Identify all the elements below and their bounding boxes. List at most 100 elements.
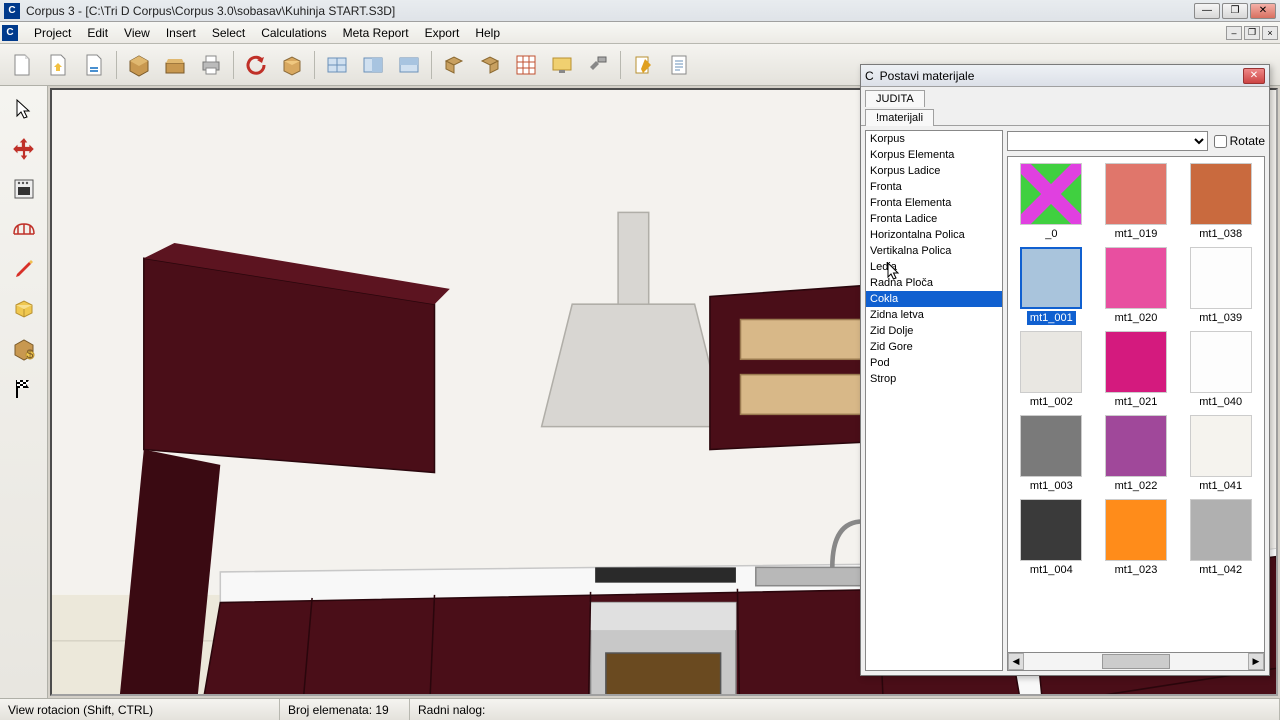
part-item-vertikalna-polica[interactable]: Vertikalna Polica bbox=[866, 243, 1002, 259]
scroll-left-button[interactable]: ◀ bbox=[1008, 653, 1024, 670]
menu-meta-report[interactable]: Meta Report bbox=[335, 24, 417, 42]
swatch-mt1_020[interactable]: mt1_020 bbox=[1099, 247, 1174, 325]
mdi-close-button[interactable]: × bbox=[1262, 26, 1278, 40]
menu-export[interactable]: Export bbox=[417, 24, 468, 42]
pointer-tool[interactable] bbox=[7, 92, 41, 126]
swatch-mt1_023[interactable]: mt1_023 bbox=[1099, 499, 1174, 577]
swatch-tile[interactable] bbox=[1190, 499, 1252, 561]
dialog-tab-judita[interactable]: JUDITA bbox=[865, 90, 925, 107]
save-file-button[interactable] bbox=[78, 49, 110, 81]
report-button[interactable] bbox=[663, 49, 695, 81]
swatch-mt1_039[interactable]: mt1_039 bbox=[1183, 247, 1258, 325]
swatch-tile[interactable] bbox=[1190, 415, 1252, 477]
parts-listbox[interactable]: KorpusKorpus ElementaKorpus LadiceFronta… bbox=[865, 130, 1003, 671]
cube-tool[interactable] bbox=[7, 292, 41, 326]
swatch-mt1_022[interactable]: mt1_022 bbox=[1099, 415, 1174, 493]
swatch-mt1_002[interactable]: mt1_002 bbox=[1014, 331, 1089, 409]
part-item-zid-dolje[interactable]: Zid Dolje bbox=[866, 323, 1002, 339]
part-item-korpus-elementa[interactable]: Korpus Elementa bbox=[866, 147, 1002, 163]
materials-dialog[interactable]: C Postavi materijale ✕ JUDITA !materijal… bbox=[860, 64, 1270, 676]
swatch-tile[interactable] bbox=[1105, 163, 1167, 225]
new-file-button[interactable] bbox=[6, 49, 38, 81]
part-item-cokla[interactable]: Cokla bbox=[866, 291, 1002, 307]
part-item-korpus[interactable]: Korpus bbox=[866, 131, 1002, 147]
swatch-mt1_038[interactable]: mt1_038 bbox=[1183, 163, 1258, 241]
menu-insert[interactable]: Insert bbox=[158, 24, 204, 42]
swatch-tile[interactable] bbox=[1105, 415, 1167, 477]
iso-right-button[interactable] bbox=[474, 49, 506, 81]
swatch-mt1_042[interactable]: mt1_042 bbox=[1183, 499, 1258, 577]
menu-select[interactable]: Select bbox=[204, 24, 253, 42]
mdi-minimize-button[interactable]: – bbox=[1226, 26, 1242, 40]
part-item-fronta-ladice[interactable]: Fronta Ladice bbox=[866, 211, 1002, 227]
dialog-close-button[interactable]: ✕ bbox=[1243, 68, 1265, 84]
swatch-mt1_003[interactable]: mt1_003 bbox=[1014, 415, 1089, 493]
grid-icon-button[interactable] bbox=[510, 49, 542, 81]
draw-tool[interactable] bbox=[7, 252, 41, 286]
swatch-tile[interactable] bbox=[1020, 415, 1082, 477]
dialog-titlebar[interactable]: C Postavi materijale ✕ bbox=[861, 65, 1269, 87]
package-tool[interactable]: $ bbox=[7, 332, 41, 366]
undo-button[interactable] bbox=[240, 49, 272, 81]
part-item-horizontalna-polica[interactable]: Horizontalna Polica bbox=[866, 227, 1002, 243]
swatch-scroll-area[interactable]: _0mt1_019mt1_038mt1_001mt1_020mt1_039mt1… bbox=[1007, 156, 1265, 653]
material-dropdown[interactable] bbox=[1007, 131, 1208, 151]
box-3d-button[interactable] bbox=[276, 49, 308, 81]
menu-view[interactable]: View bbox=[116, 24, 158, 42]
flag-tool[interactable] bbox=[7, 372, 41, 406]
swatch-tile[interactable] bbox=[1105, 499, 1167, 561]
swatch-tile[interactable] bbox=[1020, 247, 1082, 309]
swatch-mt1_041[interactable]: mt1_041 bbox=[1183, 415, 1258, 493]
part-item-ledja[interactable]: Ledja bbox=[866, 259, 1002, 275]
move-tool[interactable] bbox=[7, 132, 41, 166]
part-item-fronta[interactable]: Fronta bbox=[866, 179, 1002, 195]
view-front-button[interactable] bbox=[321, 49, 353, 81]
render-button[interactable] bbox=[546, 49, 578, 81]
swatch-mt1_001[interactable]: mt1_001 bbox=[1014, 247, 1089, 325]
part-item-strop[interactable]: Strop bbox=[866, 371, 1002, 387]
menu-edit[interactable]: Edit bbox=[79, 24, 116, 42]
window-close-button[interactable]: ✕ bbox=[1250, 3, 1276, 19]
view-side-button[interactable] bbox=[357, 49, 389, 81]
mdi-restore-button[interactable]: ❐ bbox=[1244, 26, 1260, 40]
dialog-tab-materials[interactable]: !materijali bbox=[865, 109, 934, 126]
oven-tool[interactable] bbox=[7, 172, 41, 206]
scroll-right-button[interactable]: ▶ bbox=[1248, 653, 1264, 670]
rotate-checkbox-label[interactable]: Rotate bbox=[1214, 134, 1265, 148]
window-restore-button[interactable]: ❐ bbox=[1222, 3, 1248, 19]
part-item-korpus-ladice[interactable]: Korpus Ladice bbox=[866, 163, 1002, 179]
swatch-horizontal-scrollbar[interactable]: ◀ ▶ bbox=[1007, 653, 1265, 671]
part-item-zid-gore[interactable]: Zid Gore bbox=[866, 339, 1002, 355]
window-minimize-button[interactable]: — bbox=[1194, 3, 1220, 19]
swatch-tile[interactable] bbox=[1190, 247, 1252, 309]
box-open-button[interactable] bbox=[159, 49, 191, 81]
swatch-mt1_021[interactable]: mt1_021 bbox=[1099, 331, 1174, 409]
swatch-tile[interactable] bbox=[1020, 163, 1082, 225]
menu-help[interactable]: Help bbox=[467, 24, 508, 42]
box-closed-button[interactable] bbox=[123, 49, 155, 81]
part-item-radna-ploča[interactable]: Radna Ploča bbox=[866, 275, 1002, 291]
iso-left-button[interactable] bbox=[438, 49, 470, 81]
swatch-mt1_004[interactable]: mt1_004 bbox=[1014, 499, 1089, 577]
menu-project[interactable]: Project bbox=[26, 24, 79, 42]
menu-calculations[interactable]: Calculations bbox=[253, 24, 334, 42]
swatch-tile[interactable] bbox=[1105, 331, 1167, 393]
swatch-tile[interactable] bbox=[1020, 331, 1082, 393]
part-item-zidna-letva[interactable]: Zidna letva bbox=[866, 307, 1002, 323]
part-item-pod[interactable]: Pod bbox=[866, 355, 1002, 371]
scroll-thumb[interactable] bbox=[1102, 654, 1169, 669]
rotate-checkbox[interactable] bbox=[1214, 135, 1227, 148]
swatch-tile[interactable] bbox=[1190, 163, 1252, 225]
swatch-mt1_019[interactable]: mt1_019 bbox=[1099, 163, 1174, 241]
open-file-button[interactable] bbox=[42, 49, 74, 81]
swatch-_0[interactable]: _0 bbox=[1014, 163, 1089, 241]
swatch-mt1_040[interactable]: mt1_040 bbox=[1183, 331, 1258, 409]
swatch-tile[interactable] bbox=[1190, 331, 1252, 393]
swatch-tile[interactable] bbox=[1105, 247, 1167, 309]
view-top-button[interactable] bbox=[393, 49, 425, 81]
edit-sheet-button[interactable] bbox=[627, 49, 659, 81]
hammer-button[interactable] bbox=[582, 49, 614, 81]
top-grid-tool[interactable] bbox=[7, 212, 41, 246]
print-button[interactable] bbox=[195, 49, 227, 81]
part-item-fronta-elementa[interactable]: Fronta Elementa bbox=[866, 195, 1002, 211]
